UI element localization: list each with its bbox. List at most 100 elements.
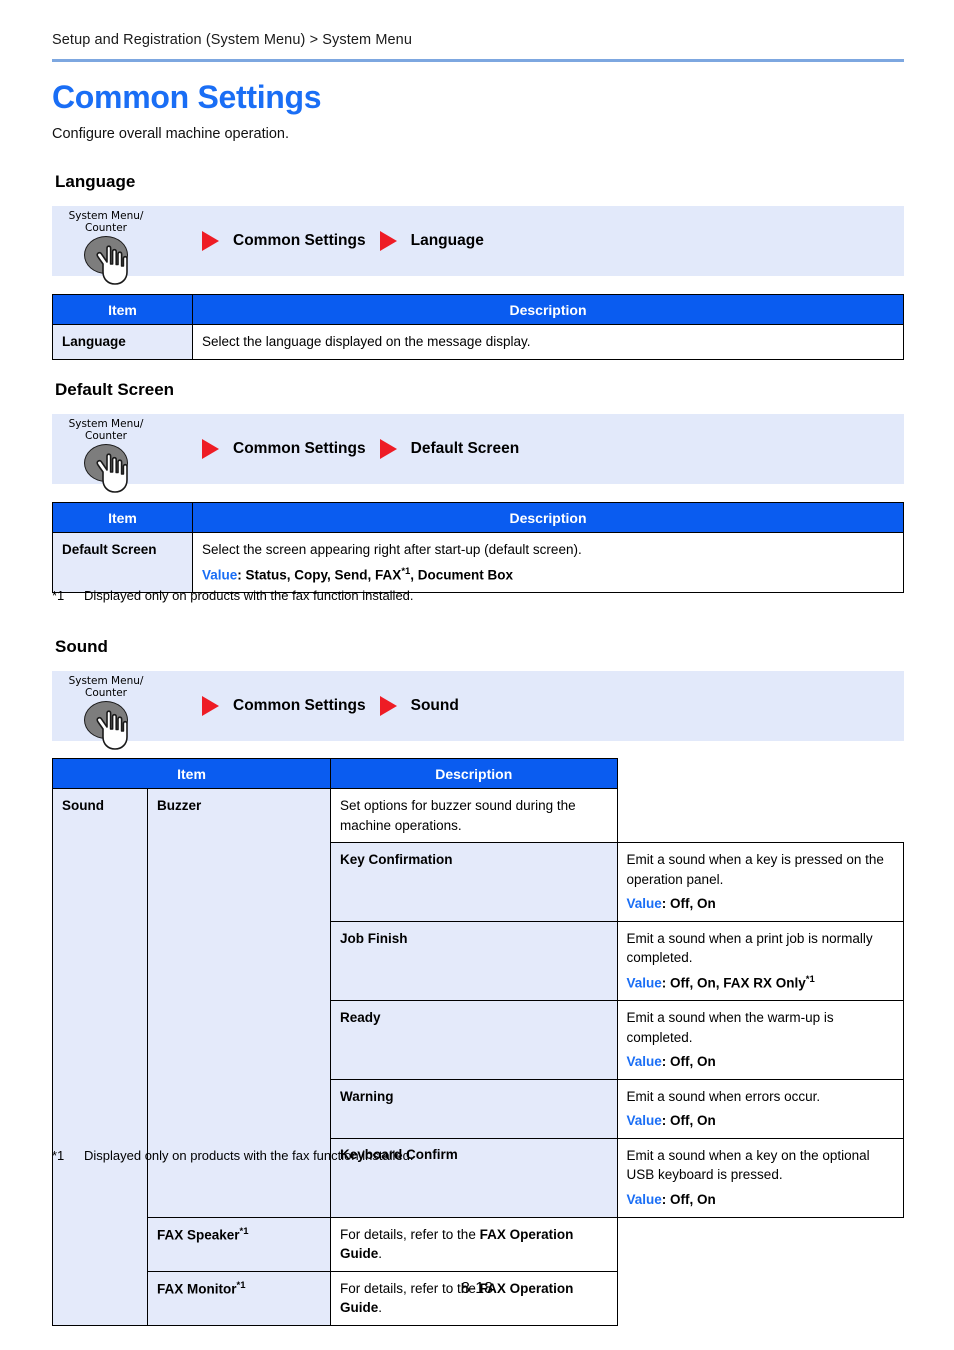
table-language: Item Description Language Select the lan…	[52, 294, 904, 360]
desc-value-line: Value: Off, On	[627, 1111, 895, 1131]
page-subtitle: Configure overall machine operation.	[52, 126, 289, 142]
column-header-item: Item	[51, 758, 332, 789]
cell-description-job-finish: Emit a sound when a print job is normall…	[616, 920, 904, 1002]
item-label: FAX Speaker	[157, 1227, 240, 1242]
cell-item-job-finish: Job Finish	[330, 920, 618, 1002]
desc-text: Emit a sound when a key on the optional …	[626, 1147, 870, 1183]
footnote-marker: *1	[401, 565, 411, 577]
nav-path-box-language: System Menu/ Counter Common Settings Lan…	[52, 206, 904, 285]
table-header-row: Item Description	[52, 502, 904, 533]
desc-text: Emit a sound when the warm-up is complet…	[626, 1010, 834, 1045]
arrow-right-icon	[379, 231, 397, 251]
cell-description-buzzer: Set options for buzzer sound during the …	[330, 787, 618, 844]
cell-description-warning: Emit a sound when errors occur. Value: O…	[616, 1078, 904, 1139]
value-label: Value	[626, 1191, 662, 1207]
desc-value-line: Value: Status, Copy, Send, FAX*1, Docume…	[202, 565, 894, 585]
system-menu-counter-label: System Menu/ Counter	[58, 418, 154, 442]
nav-path-item-2: Language	[410, 232, 484, 249]
footnote-marker: *1	[52, 1148, 65, 1163]
key-label-line2: Counter	[85, 687, 127, 699]
nav-path-item-1: Common Settings	[233, 697, 366, 714]
nav-path-item-2: Sound	[410, 697, 459, 714]
cell-item-sound: Sound	[52, 788, 148, 1326]
cell-description-key-confirmation: Emit a sound when a key is pressed on th…	[616, 842, 904, 922]
desc-value-line: Value: Off, On, FAX RX Only*1	[627, 973, 895, 993]
cell-item-key-confirmation: Key Confirmation	[330, 842, 618, 922]
value-text-b: , Document Box	[410, 567, 514, 583]
value-label: Value	[626, 975, 662, 991]
table-default-screen: Item Description Default Screen Select t…	[52, 502, 904, 593]
arrow-right-icon	[202, 231, 219, 251]
key-label-line1: System Menu/	[68, 210, 144, 222]
column-header-description: Description	[192, 294, 904, 325]
value-label: Value	[202, 567, 238, 583]
system-menu-counter-key-icon: System Menu/ Counter	[58, 418, 154, 493]
section-heading-default-screen: Default Screen	[55, 380, 175, 399]
page-title: Common Settings	[52, 79, 322, 115]
cell-description-keyboard-confirm: Emit a sound when a key on the optional …	[616, 1137, 904, 1218]
section-heading-language: Language	[55, 172, 136, 191]
footnote-marker: *1	[805, 973, 815, 985]
nav-path-language: Common Settings Language	[202, 206, 484, 276]
cell-description-default-screen: Select the screen appearing right after …	[192, 532, 904, 593]
value-label: Value	[626, 1054, 662, 1070]
table-header-row: Item Description	[52, 294, 904, 325]
value-label: Value	[626, 896, 662, 912]
value-text-a: : Status, Copy, Send, FAX	[237, 567, 402, 583]
desc-text: Emit a sound when a print job is normall…	[626, 930, 873, 966]
cell-item-default-screen: Default Screen	[52, 532, 193, 593]
cell-description-fax-speaker: For details, refer to the FAX Operation …	[330, 1216, 618, 1272]
desc-value-line: Value: Off, On	[627, 1190, 895, 1210]
key-label-line1: System Menu/	[68, 418, 144, 430]
table-row: Sound Buzzer Set options for buzzer soun…	[52, 787, 904, 1326]
cell-item-fax-speaker: FAX Speaker*1	[146, 1216, 332, 1272]
key-label-line1: System Menu/	[68, 675, 144, 687]
table-row: FAX Speaker*1 For details, refer to the …	[53, 1216, 904, 1272]
system-menu-counter-key-icon: System Menu/ Counter	[58, 675, 154, 750]
desc-value-line: Value: Off, On	[627, 894, 895, 914]
footnote-marker: *1	[52, 588, 65, 603]
desc-value-line: Value: Off, On	[627, 1052, 895, 1072]
desc-text-a: For details, refer to the	[340, 1226, 480, 1242]
arrow-right-icon	[379, 439, 397, 459]
column-header-item: Item	[52, 502, 193, 533]
table-row: Language Select the language displayed o…	[52, 324, 904, 360]
column-header-description: Description	[192, 502, 904, 533]
column-header-description: Description	[330, 758, 618, 789]
section-heading-sound: Sound	[55, 637, 108, 656]
cell-description-language: Select the language displayed on the mes…	[192, 324, 904, 360]
footnote-default-screen: *1 Displayed only on products with the fa…	[52, 588, 414, 603]
table-sound: Item Description Sound Buzzer Set option…	[51, 758, 904, 1326]
table-header-row: Item Description	[51, 758, 904, 789]
value-text: : Off, On	[661, 1191, 716, 1207]
cell-item-language: Language	[52, 324, 193, 360]
footnote-text: Displayed only on products with the fax …	[84, 588, 414, 603]
key-label-line2: Counter	[85, 222, 127, 234]
system-menu-counter-label: System Menu/ Counter	[58, 675, 154, 699]
nav-path-box-default-screen: System Menu/ Counter Common Settings Def…	[52, 414, 904, 493]
breadcrumb: Setup and Registration (System Menu) > S…	[52, 32, 413, 48]
nav-path-item-2: Default Screen	[410, 440, 520, 457]
nav-path-default-screen: Common Settings Default Screen	[202, 414, 519, 484]
pointing-hand-icon	[96, 453, 128, 493]
value-text: : Off, On, FAX RX Only	[661, 975, 806, 991]
cell-item-warning: Warning	[330, 1078, 618, 1139]
nav-path-item-1: Common Settings	[233, 440, 366, 457]
value-text: : Off, On	[661, 1113, 716, 1129]
system-menu-counter-key-icon: System Menu/ Counter	[58, 210, 154, 285]
arrow-right-icon	[202, 439, 219, 459]
system-menu-counter-label: System Menu/ Counter	[58, 210, 154, 234]
cell-description-ready: Emit a sound when the warm-up is complet…	[616, 1000, 904, 1080]
value-label: Value	[626, 1113, 662, 1129]
desc-text-b: .	[378, 1300, 383, 1316]
page-number: 8-18	[460, 1280, 494, 1297]
arrow-right-icon	[379, 696, 397, 716]
desc-text: Emit a sound when errors occur.	[626, 1088, 821, 1104]
nav-path-sound: Common Settings Sound	[202, 671, 459, 741]
header-divider	[52, 59, 904, 62]
footnote-sound: *1 Displayed only on products with the fa…	[52, 1148, 414, 1163]
key-label-line2: Counter	[85, 430, 127, 442]
table-row: Default Screen Select the screen appeari…	[52, 532, 904, 593]
pointing-hand-icon	[96, 710, 128, 750]
document-page: Setup and Registration (System Menu) > S…	[0, 0, 954, 1350]
